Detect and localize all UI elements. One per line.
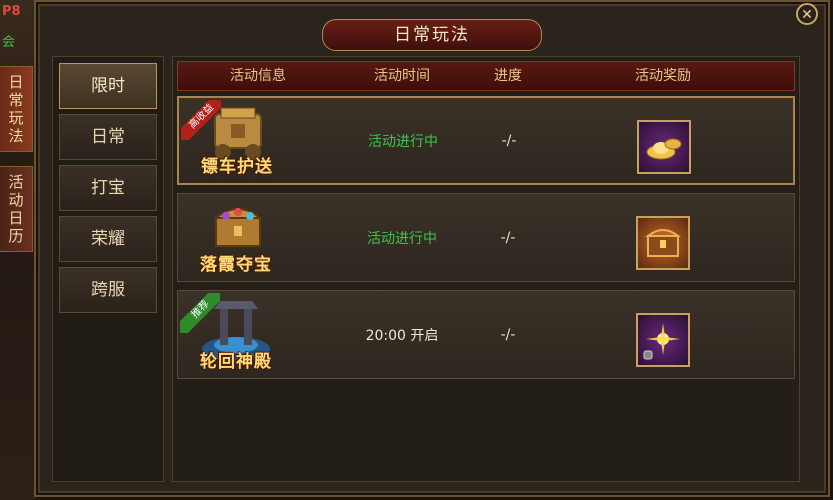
nav-tab-limited-time[interactable]: 限时 — [59, 63, 157, 109]
header-activity-time: 活动时间 — [374, 68, 430, 84]
table-row[interactable]: 推荐 轮回神殿 20:00 开启 -/- — [177, 290, 795, 379]
side-tab-label: 日常玩法 — [8, 73, 24, 145]
nav-tab-daily[interactable]: 日常 — [59, 114, 157, 160]
window-title: 日常玩法 — [322, 19, 542, 51]
nav-tab-cross-server[interactable]: 跨服 — [59, 267, 157, 313]
header-activity-reward: 活动奖励 — [635, 68, 691, 84]
nav-tab-glory[interactable]: 荣耀 — [59, 216, 157, 262]
close-button[interactable]: ✕ — [796, 3, 818, 25]
activity-status: 活动进行中 — [367, 230, 437, 247]
table-header: 活动信息 活动时间 进度 活动奖励 — [177, 61, 795, 91]
header-progress: 进度 — [494, 68, 522, 84]
high-yield-ribbon: 高收益 — [181, 100, 221, 140]
activity-progress: -/- — [500, 229, 516, 246]
treasure-chest-icon[interactable] — [636, 216, 690, 270]
side-tab-label: 活动日历 — [8, 173, 24, 245]
activity-progress: -/- — [501, 132, 517, 149]
activity-name: 镖车护送 — [201, 157, 273, 177]
activity-status: 活动进行中 — [368, 133, 438, 150]
nav-tab-treasure-hunt[interactable]: 打宝 — [59, 165, 157, 211]
activity-status: 20:00 开启 — [365, 327, 439, 344]
ribbon-label: 高收益 — [181, 100, 221, 140]
side-tab-daily-play[interactable]: 日常玩法 — [0, 66, 33, 152]
sparkle-orb-icon[interactable] — [636, 313, 690, 367]
level-tag: P8 — [2, 4, 21, 19]
table-row[interactable]: 高收益 镖车护送 活动进行中 -/- — [177, 96, 795, 185]
side-tab-activity-calendar[interactable]: 活动日历 — [0, 166, 33, 252]
activity-name: 轮回神殿 — [200, 352, 272, 372]
header-activity-info: 活动信息 — [230, 68, 286, 84]
recommended-ribbon: 推荐 — [180, 293, 220, 333]
activity-name: 落霞夺宝 — [200, 255, 272, 275]
gold-ingot-icon[interactable] — [637, 120, 691, 174]
guild-tag: 会 — [2, 35, 16, 50]
table-row[interactable]: 落霞夺宝 活动进行中 -/- — [177, 193, 795, 282]
activity-progress: -/- — [500, 326, 516, 343]
activity-table: 活动信息 活动时间 进度 活动奖励 高收益 镖车护送 活动进行中 -/- 落霞夺… — [172, 56, 800, 482]
category-nav: 限时 日常 打宝 荣耀 跨服 — [52, 56, 164, 482]
ribbon-label: 推荐 — [180, 293, 220, 333]
